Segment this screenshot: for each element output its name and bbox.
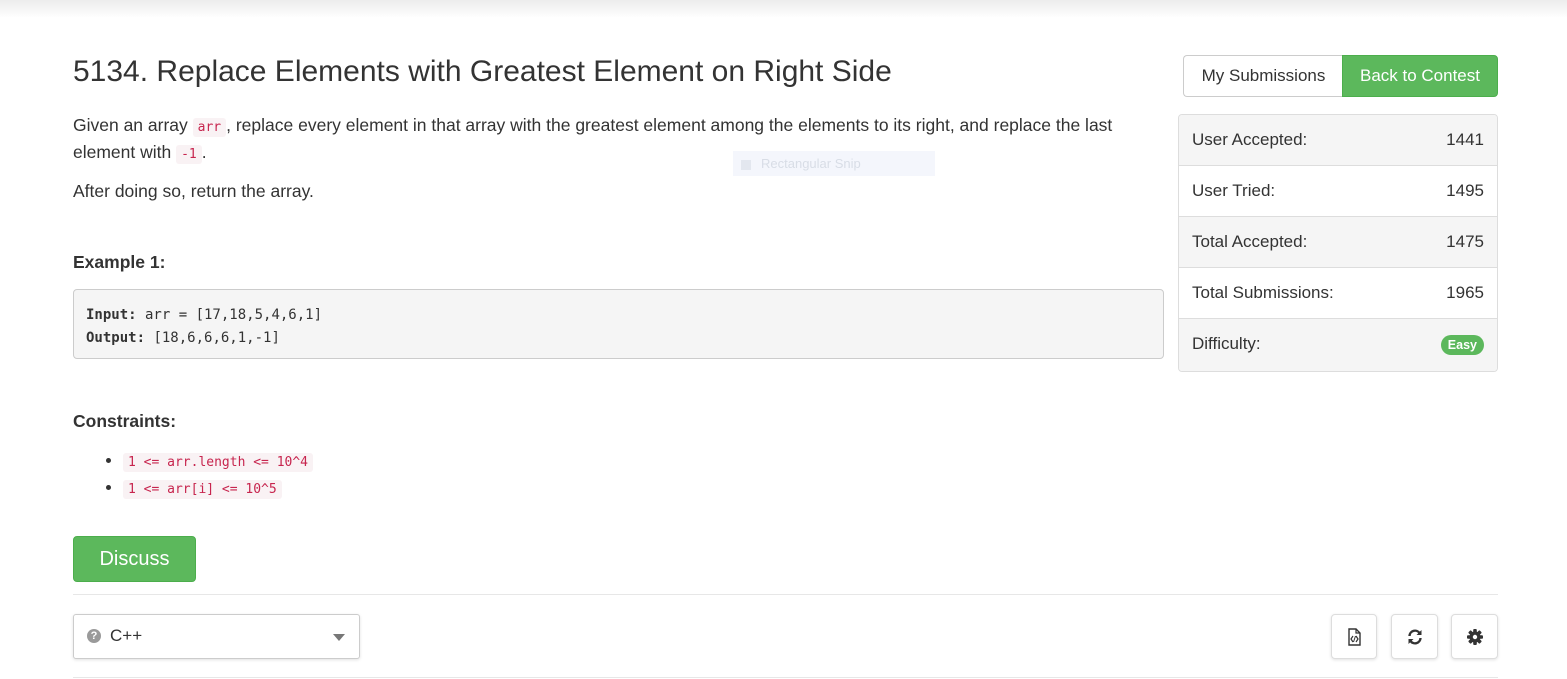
gear-icon: [1466, 628, 1483, 645]
desc-text: .: [201, 142, 207, 162]
constraint-item: 1 <= arr.length <= 10^4: [123, 448, 314, 475]
constraint-code: 1 <= arr.length <= 10^4: [123, 453, 314, 472]
stats-panel: User Accepted: 1441 User Tried: 1495 Tot…: [1178, 114, 1498, 372]
page-title: 5134. Replace Elements with Greatest Ele…: [73, 55, 892, 88]
snip-icon: [741, 159, 751, 170]
output-value: [18,6,6,6,1,-1]: [145, 330, 280, 346]
stat-label: User Tried:: [1192, 181, 1276, 200]
divider: [73, 677, 1498, 678]
stat-label: Total Accepted:: [1192, 232, 1308, 251]
inline-code-neg-one: -1: [176, 145, 202, 164]
stat-label: User Accepted:: [1192, 130, 1308, 149]
inline-code-arr: arr: [192, 118, 227, 137]
discuss-button[interactable]: Discuss: [73, 536, 196, 582]
question-circle-icon: ?: [87, 629, 101, 643]
constraints-heading: Constraints:: [73, 411, 177, 431]
file-code-icon: [1348, 627, 1361, 646]
language-select[interactable]: ? C++: [73, 614, 360, 659]
difficulty-badge: Easy: [1440, 335, 1484, 355]
refresh-icon: [1407, 628, 1422, 645]
divider: [73, 594, 1498, 595]
stats-row: Total Submissions: 1965: [1179, 268, 1497, 319]
constraint-item: 1 <= arr[i] <= 10^5: [123, 475, 313, 502]
stat-label: Difficulty:: [1192, 334, 1261, 353]
input-label: Input:: [86, 307, 137, 323]
stats-row: Difficulty: Easy: [1179, 319, 1497, 371]
language-label: C++: [110, 626, 143, 645]
stats-row: User Accepted: 1441: [1179, 115, 1497, 166]
constraints-list: 1 <= arr.length <= 10^4 1 <= arr[i] <= 1…: [73, 448, 314, 502]
rectangular-snip-overlay: Rectangular Snip: [733, 151, 935, 176]
example-heading: Example 1:: [73, 252, 166, 272]
stat-value: 1441: [1446, 130, 1484, 149]
stat-value: 1495: [1446, 181, 1484, 200]
file-code-button[interactable]: [1331, 614, 1377, 659]
desc-text: Given an array: [73, 115, 193, 135]
stat-label: Total Submissions:: [1192, 283, 1334, 302]
back-to-contest-button[interactable]: Back to Contest: [1342, 55, 1498, 97]
output-label: Output:: [86, 330, 146, 346]
stat-value: 1965: [1446, 283, 1484, 302]
input-value: arr = [17,18,5,4,6,1]: [136, 307, 323, 323]
stat-value: 1475: [1446, 232, 1484, 251]
problem-description: Given an array arr, replace every elemen…: [73, 113, 1163, 216]
chevron-down-icon: [333, 634, 345, 641]
settings-button[interactable]: [1451, 614, 1498, 659]
top-shadow: [0, 0, 1567, 18]
my-submissions-button[interactable]: My Submissions: [1183, 55, 1343, 97]
stats-row: User Tried: 1495: [1179, 166, 1497, 217]
description-paragraph-2: After doing so, return the array.: [73, 181, 314, 201]
desc-text: , replace every element in that array wi…: [73, 115, 1113, 162]
description-paragraph: Given an array arr, replace every elemen…: [73, 113, 1163, 167]
snip-label: Rectangular Snip: [761, 156, 861, 171]
stats-row: Total Accepted: 1475: [1179, 217, 1497, 268]
reset-code-button[interactable]: [1391, 614, 1438, 659]
example-block: Input: arr = [17,18,5,4,6,1] Output: [18…: [73, 289, 1164, 359]
constraint-code: 1 <= arr[i] <= 10^5: [123, 480, 282, 499]
